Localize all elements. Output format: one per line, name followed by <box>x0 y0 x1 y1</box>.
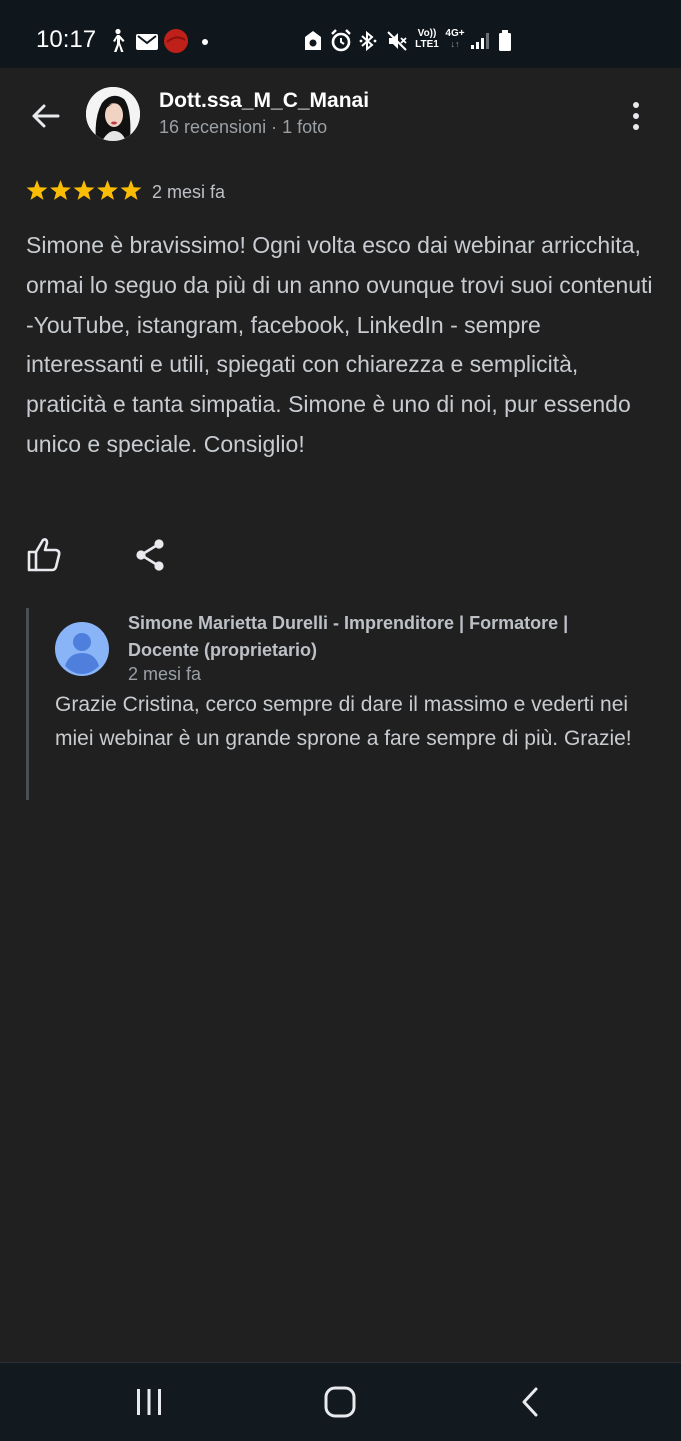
reviewer-meta: 16 recensioni · 1 foto <box>159 117 328 137</box>
recents-icon[interactable] <box>130 1387 168 1417</box>
data-saver-icon <box>305 31 321 50</box>
reviewer-avatar[interactable] <box>86 87 140 141</box>
volte-indicator: Vo)) LTE1 <box>414 28 440 50</box>
status-time: 10:17 <box>36 26 97 53</box>
owner-avatar-icon[interactable] <box>55 622 109 676</box>
data-arrows-icon: ↓↑ <box>450 39 460 49</box>
review-header: Dott.ssa_M_C_Manai 16 recensioni · 1 fot… <box>0 68 681 162</box>
star-icon <box>120 180 142 200</box>
status-bar: 10:17 Vo)) LTE1 4G+ ↓↑ <box>0 0 681 68</box>
reply-indent-bar <box>26 608 29 800</box>
more-notifications-dot-icon <box>202 39 208 45</box>
volte-label: Vo)) <box>417 28 437 39</box>
star-rating <box>26 180 142 200</box>
reviewer-name[interactable]: Dott.ssa_M_C_Manai <box>159 89 369 113</box>
battery-icon <box>499 30 511 51</box>
review-time: 2 mesi fa <box>152 182 226 202</box>
star-icon <box>26 180 48 200</box>
bluetooth-icon <box>359 30 377 52</box>
owner-reply-text: Grazie Cristina, cerco sempre di dare il… <box>55 693 632 750</box>
owner-name: Simone Marietta Durelli - Imprenditore |… <box>128 613 569 660</box>
more-vert-icon[interactable] <box>620 98 652 134</box>
alarm-icon <box>331 29 351 52</box>
data-type-label: 4G+ <box>445 28 465 39</box>
owner-reply-time: 2 mesi fa <box>128 664 202 684</box>
chevron-left-icon[interactable] <box>514 1385 548 1419</box>
lte-label: LTE1 <box>415 39 439 50</box>
star-icon <box>50 180 71 200</box>
data-type-indicator: 4G+ ↓↑ <box>444 28 466 50</box>
home-icon[interactable] <box>321 1385 359 1419</box>
share-icon[interactable] <box>134 538 166 572</box>
system-nav-bar <box>0 1362 681 1441</box>
star-icon <box>73 180 95 200</box>
walking-icon <box>113 28 125 52</box>
app-notification-icon <box>164 29 188 53</box>
mute-icon <box>387 31 407 51</box>
back-arrow-icon[interactable] <box>28 98 64 134</box>
signal-strength-icon <box>471 33 489 49</box>
reviewer-photo <box>86 87 140 141</box>
star-icon <box>97 180 118 200</box>
owner-reply: Simone Marietta Durelli - Imprenditore |… <box>26 608 656 800</box>
mail-icon <box>136 34 158 50</box>
thumb-up-icon[interactable] <box>26 534 62 574</box>
review-text: Simone è bravissimo! Ogni volta esco dai… <box>26 232 653 457</box>
